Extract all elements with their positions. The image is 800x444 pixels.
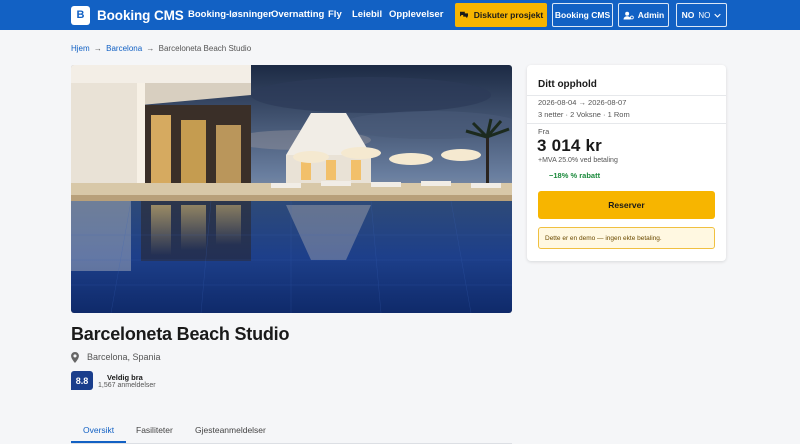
property-hero-image[interactable] [71, 65, 512, 313]
booking-summary-card: Ditt opphold 2026-08-04 → 2026-08-07 3 n… [527, 65, 726, 261]
breadcrumb-city[interactable]: Barcelona [106, 44, 142, 53]
breadcrumb-separator: → [93, 44, 102, 53]
stay-dates: 2026-08-04 → 2026-08-07 [538, 98, 627, 107]
discount-label: −18% % rabatt [549, 171, 601, 180]
brand-logo[interactable]: B Booking CMS [71, 5, 184, 25]
language-selector[interactable]: NO NO [676, 3, 727, 27]
review-score-badge: 8.8 [71, 371, 93, 390]
stay-details: 3 netter · 2 Voksne · 1 Rom [538, 110, 630, 119]
discuss-project-button[interactable]: Diskuter prosjekt [455, 3, 547, 27]
nav-car-rental[interactable]: Leiebil [352, 9, 382, 20]
divider [527, 95, 726, 96]
demo-warning: Dette er en demo — ingen ekte betaling. [538, 227, 715, 249]
logo-mark: B [71, 5, 90, 25]
card-title: Ditt opphold [538, 79, 597, 90]
property-tabs: Oversikt Fasiliteter Gjesteanmeldelser [71, 418, 512, 444]
price-amount: 3 014 kr [537, 136, 602, 155]
review-score-label: Veldig bra [107, 373, 143, 382]
brand-name: Booking CMS [97, 7, 184, 23]
nav-booking-solutions[interactable]: Booking-løsninger [188, 9, 272, 20]
breadcrumb: Hjem → Barcelona → Barceloneta Beach Stu… [71, 44, 251, 53]
property-location: Barcelona, Spania [71, 350, 161, 364]
discuss-project-label: Diskuter prosjekt [473, 10, 544, 20]
breadcrumb-home[interactable]: Hjem [71, 44, 90, 53]
nav-accommodation[interactable]: Overnatting [271, 9, 324, 20]
hero-photo [71, 65, 512, 313]
divider [527, 123, 726, 124]
user-cog-icon [623, 11, 634, 20]
tab-overview[interactable]: Oversikt [83, 425, 114, 435]
language-label: NO [698, 10, 711, 20]
admin-label: Admin [637, 10, 665, 20]
reserve-button[interactable]: Reserver [538, 191, 715, 219]
booking-cms-button[interactable]: Booking CMS [552, 3, 613, 27]
language-code: NO [681, 10, 695, 20]
review-count[interactable]: 1,567 anmeldelser [98, 382, 156, 389]
breadcrumb-current: Barceloneta Beach Studio [158, 44, 252, 53]
location-text: Barcelona, Spania [87, 352, 161, 362]
top-navbar: B Booking CMS Booking-løsninger Overnatt… [0, 0, 800, 30]
reserve-label: Reserver [608, 200, 645, 210]
vat-note: +MVA 25.0% ved betaling [538, 157, 618, 164]
breadcrumb-separator: → [146, 44, 155, 53]
price-from-label: Fra [538, 127, 550, 136]
chat-icon [459, 11, 468, 19]
booking-cms-label: Booking CMS [554, 10, 611, 20]
active-tab-indicator [71, 441, 126, 443]
admin-button[interactable]: Admin [618, 3, 669, 27]
nav-experiences[interactable]: Opplevelser [389, 9, 443, 20]
tab-guest-reviews[interactable]: Gjesteanmeldelser [195, 425, 266, 435]
nav-flights[interactable]: Fly [328, 9, 342, 20]
tab-facilities[interactable]: Fasiliteter [136, 425, 173, 435]
chevron-down-icon [714, 13, 722, 18]
map-pin-icon [71, 351, 79, 363]
property-title: Barceloneta Beach Studio [71, 324, 290, 344]
